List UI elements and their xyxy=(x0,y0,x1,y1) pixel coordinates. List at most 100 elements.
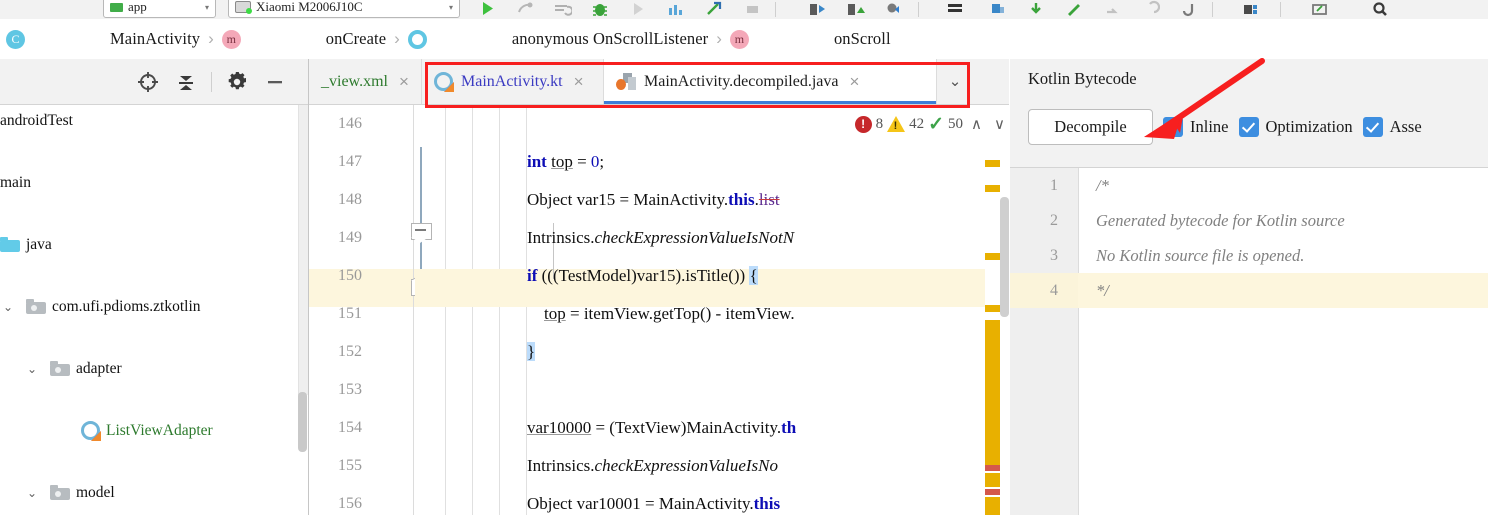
breadcrumb-separator-icon: › xyxy=(394,29,400,48)
chevron-down-icon[interactable]: ⌄ xyxy=(24,362,40,376)
breadcrumb-item-mainactivity[interactable]: C MainActivity xyxy=(4,29,202,49)
line-number: 155 xyxy=(338,457,362,474)
bytecode-panel-controls: Decompile Inline Optimization Asse xyxy=(1028,103,1488,151)
tree-label: model xyxy=(76,483,115,501)
bytecode-text-area[interactable]: 1 /* 2 Generated bytecode for Kotlin sou… xyxy=(1010,167,1488,515)
editor-vertical-scrollbar[interactable] xyxy=(1000,105,1009,515)
optimization-checkbox[interactable]: Optimization xyxy=(1238,117,1353,137)
package-icon xyxy=(50,485,70,500)
close-icon[interactable]: × xyxy=(849,72,859,92)
bytecode-line-2: 2 Generated bytecode for Kotlin source xyxy=(1010,203,1488,238)
tree-row-main[interactable]: main xyxy=(0,167,308,198)
project-panel-scrollbar[interactable] xyxy=(298,105,308,515)
attach-debugger-icon[interactable] xyxy=(704,0,724,18)
undo-icon[interactable] xyxy=(1140,0,1161,18)
decompile-button[interactable]: Decompile xyxy=(1028,109,1153,145)
chevron-down-icon[interactable]: ⌄ xyxy=(0,300,16,314)
search-everywhere-icon[interactable] xyxy=(1370,0,1390,18)
tab-label: MainActivity.decompiled.java xyxy=(644,72,839,90)
code-text-area[interactable]: int top = 0; Object var15 = MainActivity… xyxy=(415,105,1008,515)
tree-row-androidtest[interactable]: androidTest xyxy=(0,105,308,136)
apply-changes-icon[interactable] xyxy=(552,0,574,18)
open-external-icon[interactable] xyxy=(1310,0,1330,18)
package-icon xyxy=(26,299,46,314)
line-number: 146 xyxy=(338,115,362,132)
assertions-checkbox[interactable]: Asse xyxy=(1362,117,1422,137)
checkbox-checked-icon[interactable] xyxy=(1362,117,1383,137)
breadcrumb-label: MainActivity xyxy=(110,29,201,48)
tree-row-listviewadapter[interactable]: ListViewAdapter xyxy=(0,415,308,446)
run-configuration-selector[interactable]: app ▾ xyxy=(103,0,216,18)
java-file-icon xyxy=(616,73,636,90)
code-line-153: var10000 = (TextView)MainActivity.th xyxy=(527,418,797,437)
hide-panel-icon[interactable] xyxy=(256,65,294,99)
sdk-manager-icon[interactable] xyxy=(808,0,828,18)
history-icon[interactable] xyxy=(1178,0,1198,18)
breadcrumb-label: onCreate xyxy=(325,29,387,48)
tab-view-xml[interactable]: _view.xml × xyxy=(309,59,421,104)
inline-checkbox[interactable]: Inline xyxy=(1163,117,1229,137)
code-line-151: } xyxy=(527,342,536,361)
layout-inspector-icon[interactable] xyxy=(945,0,965,18)
code-editor[interactable]: 146 147 148 149 150 151 152 153 154 155 … xyxy=(309,105,1009,515)
device-file-explorer-icon[interactable] xyxy=(1242,0,1262,18)
tree-row-model[interactable]: ⌄ model xyxy=(0,477,308,508)
line-number: 4 xyxy=(1050,282,1058,299)
tab-mainactivity-decompiled-java[interactable]: MainActivity.decompiled.java × xyxy=(603,59,937,104)
tree-label: ListViewAdapter xyxy=(106,421,213,439)
line-number: 147 xyxy=(338,153,362,170)
avd-manager-icon[interactable] xyxy=(846,0,866,18)
line-number: 150 xyxy=(338,267,362,284)
bytecode-text: No Kotlin source file is opened. xyxy=(1096,246,1305,265)
editor-gutter[interactable]: 146 147 148 149 150 151 152 153 154 155 … xyxy=(309,105,414,515)
chevron-down-icon: ▾ xyxy=(448,2,453,12)
tree-row-package[interactable]: ⌄ com.ufi.pdioms.ztkotlin xyxy=(0,291,308,322)
check-count: 50 xyxy=(948,115,964,132)
breadcrumb-item-oncreate[interactable]: m onCreate xyxy=(220,29,388,49)
device-icon xyxy=(235,1,252,14)
device-selector[interactable]: Xiaomi M2006J10C ▾ xyxy=(228,0,460,18)
profiler-icon[interactable] xyxy=(666,0,686,18)
tab-list-dropdown-icon[interactable]: ⌄ xyxy=(937,59,973,104)
kotlin-file-icon xyxy=(434,72,454,92)
sync-gradle-icon[interactable] xyxy=(884,0,904,18)
debug-attach-icon[interactable] xyxy=(515,0,535,18)
tree-row-java[interactable]: java xyxy=(0,229,308,260)
checkbox-checked-icon[interactable] xyxy=(1163,117,1183,137)
tab-mainactivity-kt[interactable]: MainActivity.kt × xyxy=(421,59,603,104)
bytecode-text: */ xyxy=(1096,281,1109,300)
device-label: Xiaomi M2006J10C xyxy=(256,0,363,14)
checkbox-checked-icon[interactable] xyxy=(1238,117,1259,137)
line-number: 151 xyxy=(338,305,362,322)
breadcrumb-item-anonymous[interactable]: anonymous OnScrollListener xyxy=(406,29,710,49)
edit-pencil-icon[interactable] xyxy=(1064,0,1084,18)
project-structure-icon[interactable] xyxy=(988,0,1008,18)
run-button[interactable] xyxy=(477,0,497,18)
breadcrumb-item-onscroll[interactable]: m onScroll xyxy=(728,29,893,49)
debug-bug-icon[interactable] xyxy=(590,0,610,18)
breadcrumb-separator-icon: › xyxy=(716,29,722,48)
inspections-ok-icon: ✓ xyxy=(928,113,945,135)
close-icon[interactable]: × xyxy=(399,72,409,92)
inspection-widget[interactable]: ! 8 42 ✓ 50 ∧ ∨ xyxy=(848,110,1009,138)
line-number: 154 xyxy=(338,419,362,436)
download-icon[interactable] xyxy=(1026,0,1046,18)
tree-label: main xyxy=(0,173,31,191)
project-tree[interactable]: androidTest main java ⌄ com.ufi.pdioms.z… xyxy=(0,105,308,515)
debug-run-icon[interactable] xyxy=(628,0,648,18)
collapse-all-icon[interactable] xyxy=(167,65,205,99)
checkbox-label: Asse xyxy=(1389,117,1422,136)
line-number: 153 xyxy=(338,381,362,398)
bytecode-text: /* xyxy=(1096,176,1109,195)
chevron-down-icon[interactable]: ⌄ xyxy=(24,486,40,500)
settings-gear-icon[interactable] xyxy=(218,65,256,99)
tree-row-adapter[interactable]: ⌄ adapter xyxy=(0,353,308,384)
close-icon[interactable]: × xyxy=(574,72,584,92)
redo-icon[interactable] xyxy=(1102,0,1122,18)
tree-label: androidTest xyxy=(0,111,73,129)
locate-target-icon[interactable] xyxy=(129,65,167,99)
main-toolbar: app ▾ Xiaomi M2006J10C ▾ xyxy=(0,0,1488,20)
previous-problem-icon[interactable]: ∧ xyxy=(967,115,986,133)
stop-icon[interactable] xyxy=(742,0,762,18)
next-problem-icon[interactable]: ∨ xyxy=(990,115,1009,133)
